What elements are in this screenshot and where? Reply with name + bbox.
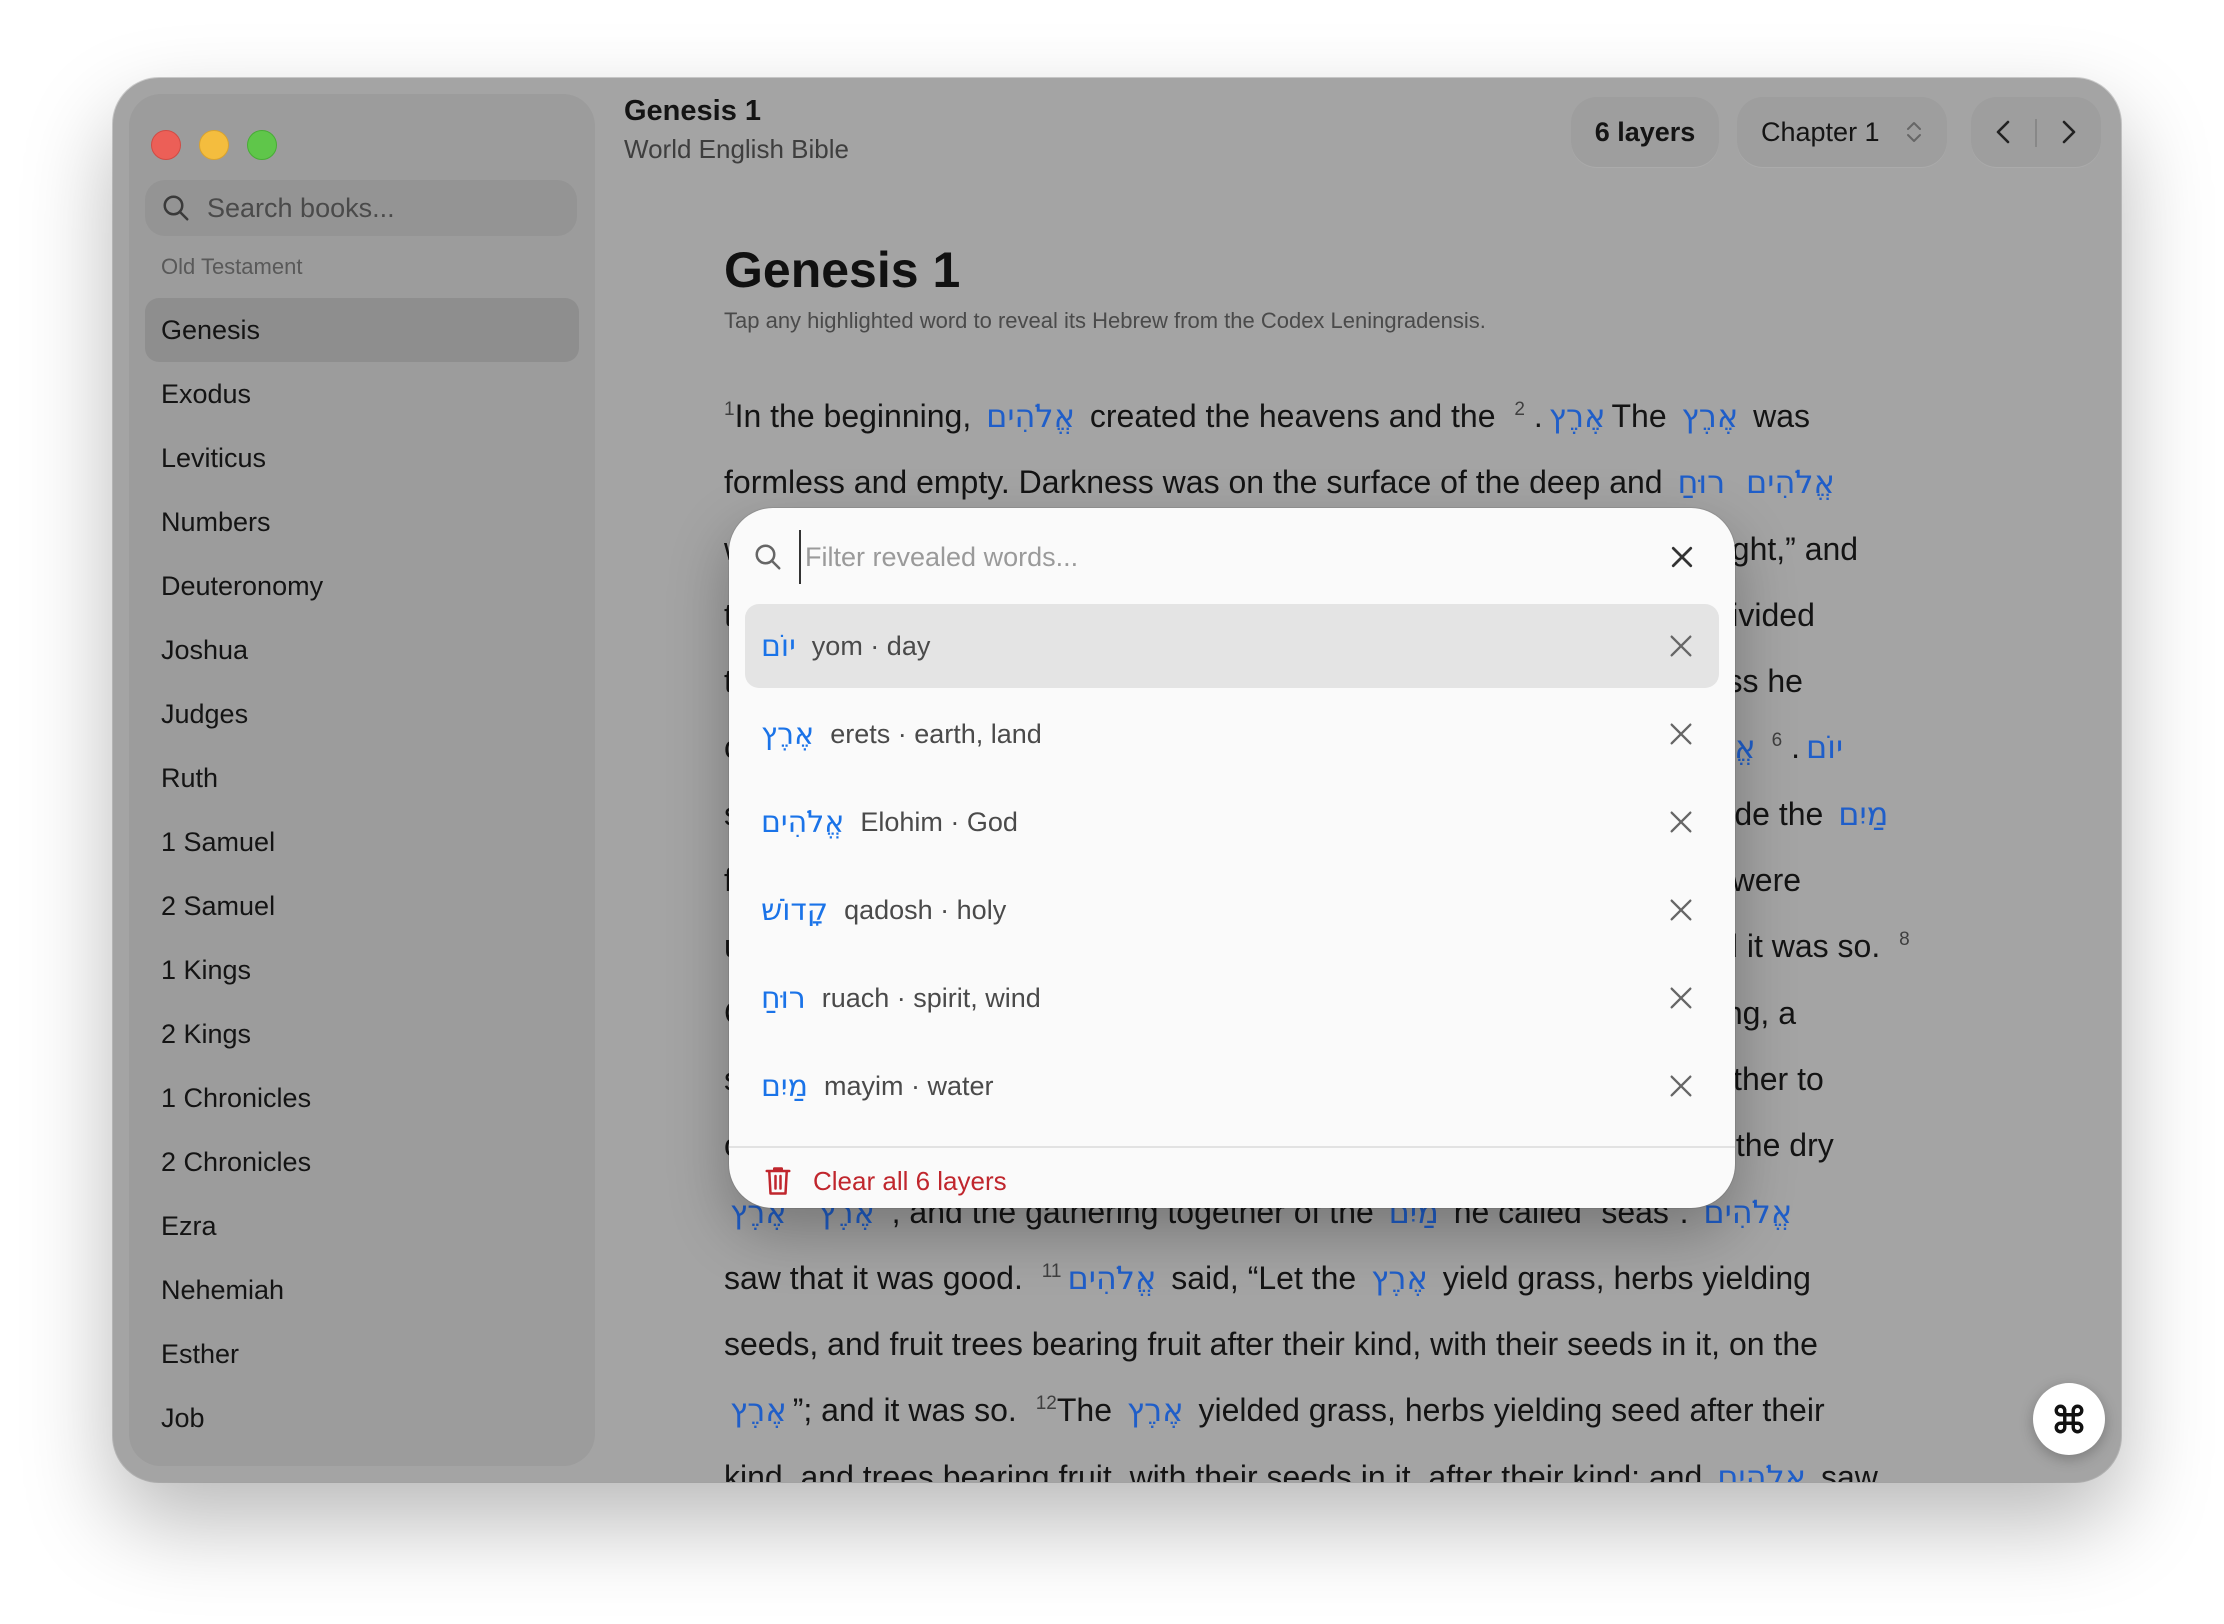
text-line: 1In the beginning, אֱלֹהִים created the …	[724, 397, 1811, 435]
window-title: Genesis 1	[624, 95, 762, 127]
text-line: formless and empty. Darkness was on the …	[724, 449, 2104, 515]
section-label-old-testament: Old Testament	[161, 254, 303, 279]
chapter-header: Genesis 1 Tap any highlighted word to re…	[724, 238, 2104, 334]
sidebar: Search books... Old Testament Genesis Exo…	[129, 94, 595, 1466]
sidebar-book-item[interactable]: Psalms	[145, 1450, 579, 1466]
word-gloss: ruach · spirit, wind	[821, 982, 1041, 1013]
sidebar-book-item[interactable]: Deuteronomy	[145, 554, 579, 618]
remove-word-icon[interactable]	[1667, 984, 1695, 1012]
sidebar-book-item[interactable]: Esther	[145, 1322, 579, 1386]
hebrew-word: רוּחַ	[761, 980, 806, 1016]
remove-word-icon[interactable]	[1667, 632, 1695, 660]
sidebar-book-item[interactable]: Ezra	[145, 1194, 579, 1258]
chapter-label: Chapter 1	[1761, 116, 1880, 147]
layers-button[interactable]: 6 layers	[1571, 97, 1719, 167]
translation-name: World English Bible	[624, 134, 849, 164]
layers-fab-button[interactable]	[2033, 1383, 2105, 1455]
sidebar-book-item[interactable]: 2 Samuel	[145, 874, 579, 938]
hebrew-word[interactable]: רוּחַ	[1671, 463, 1731, 501]
text-line: אֶרֶץ”; and it was so. 12The אֶרֶץ yield…	[724, 1377, 2104, 1443]
revealed-words-popover: יוֹם yom · day אֶרֶץ erets · earth, land אֱל…	[729, 508, 1735, 1208]
layers-label: 6 layers	[1594, 116, 1696, 147]
sidebar-book-item[interactable]: Ruth	[145, 746, 579, 810]
hebrew-word[interactable]: יוֹם	[1800, 728, 1849, 766]
revealed-word-row[interactable]: יוֹם yom · day	[745, 604, 1719, 688]
hebrew-word[interactable]: אֱלֹהִים	[1711, 1458, 1812, 1482]
word-gloss: mayim · water	[824, 1070, 994, 1101]
hebrew-word: קָדוֹשׁ	[761, 892, 829, 928]
chapter-select[interactable]: Chapter 1	[1737, 97, 1947, 167]
remove-word-icon[interactable]	[1667, 1072, 1695, 1100]
revealed-word-row[interactable]: אֶרֶץ erets · earth, land	[745, 692, 1719, 776]
hebrew-word: יוֹם	[761, 628, 796, 664]
hebrew-word[interactable]: אֶרֶץ	[1543, 397, 1612, 435]
sidebar-book-item[interactable]: Numbers	[145, 490, 579, 554]
sidebar-book-item[interactable]: Genesis	[145, 298, 579, 362]
chapter-nav	[1971, 97, 2101, 167]
revealed-word-list: יוֹם yom · day אֶרֶץ erets · earth, land אֱל…	[745, 604, 1719, 1132]
previous-chapter-icon[interactable]	[1989, 117, 2019, 147]
revealed-word-row[interactable]: מַיִם mayim · water	[745, 1044, 1719, 1128]
word-gloss: yom · day	[811, 630, 931, 661]
title-block: Genesis 1 World English Bible	[624, 90, 849, 166]
sidebar-book-item[interactable]: 1 Samuel	[145, 810, 579, 874]
remove-word-icon[interactable]	[1667, 896, 1695, 924]
text-line: seeds, and fruit trees bearing fruit aft…	[724, 1326, 1818, 1363]
sidebar-book-item[interactable]: Leviticus	[145, 426, 579, 490]
chapter-title: Genesis 1	[724, 242, 961, 298]
revealed-word-row[interactable]: אֱלֹהִים Elohim · God	[745, 780, 1719, 864]
window-controls	[151, 130, 277, 160]
minimize-window-button[interactable]	[199, 130, 229, 160]
hebrew-word[interactable]: אֶרֶץ	[1121, 1391, 1190, 1429]
hebrew-word[interactable]: אֶרֶץ	[1365, 1259, 1434, 1297]
revealed-word-row[interactable]: קָדוֹשׁ qadosh · holy	[745, 868, 1719, 952]
book-list: Genesis Exodus Leviticus Numbers Deuteronomy…	[145, 298, 579, 1466]
sidebar-book-item[interactable]: 1 Kings	[145, 938, 579, 1002]
remove-word-icon[interactable]	[1667, 808, 1695, 836]
clear-all-label: Clear all 6 layers	[813, 1165, 1007, 1196]
word-gloss: qadosh · holy	[844, 894, 1007, 925]
revealed-word-row[interactable]: רוּחַ ruach · spirit, wind	[745, 956, 1719, 1040]
hebrew-word[interactable]: אֶרֶץ	[1676, 397, 1745, 435]
remove-word-icon[interactable]	[1667, 720, 1695, 748]
chevron-updown-icon	[1907, 122, 1921, 142]
search-icon	[163, 195, 189, 221]
sidebar-book-item[interactable]: Job	[145, 1386, 579, 1450]
close-icon[interactable]	[1667, 542, 1697, 572]
search-icon	[755, 544, 781, 570]
hebrew-word[interactable]: אֱלֹהִים	[980, 397, 1081, 435]
hebrew-word[interactable]: מַיִם	[1832, 795, 1894, 833]
close-window-button[interactable]	[151, 130, 181, 160]
text-line: saw that it was good. 11 אֱלֹהִים said, “…	[724, 1258, 1811, 1297]
app-window: Search books... Old Testament Genesis Exo…	[113, 78, 2121, 1482]
word-gloss: Elohim · God	[860, 806, 1018, 837]
hebrew-word[interactable]: אֱלֹהִים	[1740, 463, 1841, 501]
sidebar-book-item[interactable]: 2 Kings	[145, 1002, 579, 1066]
sidebar-book-item[interactable]: Joshua	[145, 618, 579, 682]
nav-divider	[2035, 119, 2037, 147]
filter-row	[729, 508, 1735, 604]
text-line: kind, and trees bearing fruit, with thei…	[724, 1444, 2104, 1482]
hebrew-word[interactable]: אֶרֶץ	[724, 1391, 793, 1429]
word-gloss: erets · earth, land	[830, 718, 1042, 749]
search-books-placeholder: Search books...	[207, 192, 395, 223]
command-icon	[2054, 1404, 2084, 1434]
zoom-window-button[interactable]	[247, 130, 277, 160]
hebrew-word: אֶרֶץ	[761, 716, 815, 752]
hebrew-word: מַיִם	[761, 1068, 808, 1104]
filter-words-input[interactable]	[799, 530, 1627, 584]
sidebar-book-item[interactable]: Nehemiah	[145, 1258, 579, 1322]
sidebar-book-item[interactable]: 1 Chronicles	[145, 1066, 579, 1130]
sidebar-book-item[interactable]: Exodus	[145, 362, 579, 426]
next-chapter-icon[interactable]	[2053, 117, 2083, 147]
search-books-input[interactable]: Search books...	[145, 180, 577, 236]
sidebar-book-item[interactable]: Judges	[145, 682, 579, 746]
trash-icon	[765, 1167, 791, 1195]
clear-all-layers-button[interactable]: Clear all 6 layers	[763, 1164, 1007, 1198]
hebrew-word[interactable]: אֱלֹהִים	[1061, 1259, 1162, 1297]
hebrew-word: אֱלֹהִים	[761, 804, 845, 840]
sidebar-book-item[interactable]: 2 Chronicles	[145, 1130, 579, 1194]
chapter-subtitle: Tap any highlighted word to reveal its H…	[724, 308, 1486, 333]
divider	[729, 1146, 1735, 1148]
